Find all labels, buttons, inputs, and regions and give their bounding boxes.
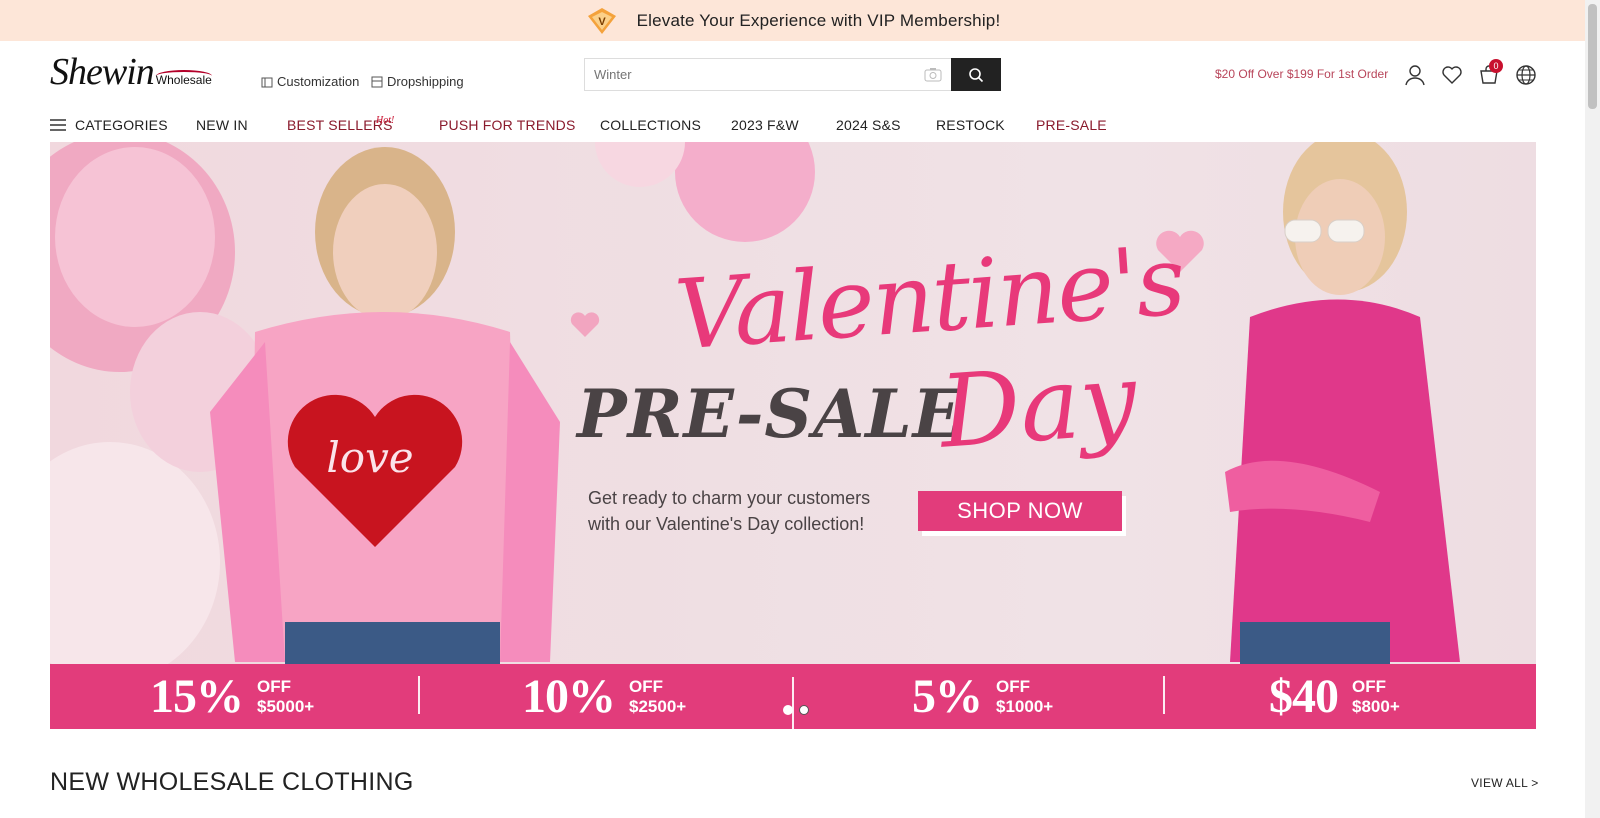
deal-off-block: OFF $800+ bbox=[1352, 677, 1400, 716]
deal-off-word: OFF bbox=[1352, 676, 1386, 696]
scrollbar-thumb[interactable] bbox=[1588, 4, 1597, 109]
search-input[interactable] bbox=[594, 67, 904, 82]
svg-text:love: love bbox=[326, 433, 413, 482]
nav-collections[interactable]: COLLECTIONS bbox=[600, 117, 701, 133]
deal-percent: 10% bbox=[522, 670, 616, 723]
deal-off-block: OFF $1000+ bbox=[996, 677, 1053, 716]
hamburger-menu-icon bbox=[50, 119, 66, 131]
dropshipping-link[interactable]: Dropshipping bbox=[371, 74, 464, 89]
vip-promo-text: Elevate Your Experience with VIP Members… bbox=[636, 10, 1001, 30]
deal-off-word: OFF bbox=[996, 676, 1030, 696]
banner-subtext: Get ready to charm your customers with o… bbox=[588, 485, 870, 537]
logo-main-text: Shewin bbox=[50, 51, 155, 93]
nav-push-for-trends[interactable]: PUSH FOR TRENDS bbox=[439, 117, 576, 133]
deal-minimum: $1000+ bbox=[996, 696, 1054, 716]
banner-script-line2: Day bbox=[936, 340, 1141, 471]
nav-2023-fw[interactable]: 2023 F&W bbox=[731, 117, 799, 133]
deal-tier-4: $40 OFF $800+ bbox=[1269, 664, 1400, 729]
deal-separator bbox=[418, 676, 420, 714]
nav-new-in[interactable]: NEW IN bbox=[196, 117, 248, 133]
banner-subtext-line1: Get ready to charm your customers bbox=[588, 488, 871, 508]
nav-categories-label: CATEGORIES bbox=[75, 117, 168, 133]
view-all-link[interactable]: VIEW ALL > bbox=[1471, 776, 1539, 790]
nav-categories[interactable]: CATEGORIES bbox=[50, 117, 168, 133]
deal-percent: $40 bbox=[1269, 670, 1339, 723]
first-order-offer[interactable]: $20 Off Over $199 For 1st Order bbox=[1215, 67, 1388, 81]
nav-2024-ss[interactable]: 2024 S&S bbox=[836, 117, 901, 133]
deal-off-word: OFF bbox=[629, 676, 663, 696]
deal-minimum: $2500+ bbox=[629, 696, 687, 716]
vip-diamond-icon: V bbox=[587, 7, 616, 34]
deal-percent: 5% bbox=[912, 670, 983, 723]
deal-off-word: OFF bbox=[257, 676, 291, 696]
new-wholesale-section-title: NEW WHOLESALE CLOTHING bbox=[50, 768, 414, 796]
nav-pre-sale[interactable]: PRE-SALE bbox=[1036, 117, 1107, 133]
deal-tier-1: 15% OFF $5000+ bbox=[150, 664, 314, 729]
banner-subtext-line2: with our Valentine's Day collection! bbox=[588, 514, 865, 534]
wishlist-heart-icon[interactable] bbox=[1441, 64, 1463, 86]
deal-minimum: $800+ bbox=[1352, 696, 1400, 716]
carousel-dot-2[interactable] bbox=[799, 705, 809, 715]
camera-search-icon[interactable] bbox=[924, 67, 942, 82]
carousel-dot-1[interactable] bbox=[783, 705, 793, 715]
discount-strip: 15% OFF $5000+ 10% OFF $2500+ 5% OFF $1000+… bbox=[50, 664, 1536, 729]
deal-off-block: OFF $2500+ bbox=[629, 677, 686, 716]
banner-main-line: PRE-SALE bbox=[577, 375, 964, 453]
hot-tag: Hot! bbox=[376, 115, 395, 126]
hero-banner[interactable]: love Valentine's PRE-SALE Day Get ready … bbox=[50, 142, 1536, 729]
deal-separator bbox=[1163, 676, 1165, 714]
cart-count-badge: 0 bbox=[1489, 59, 1503, 73]
language-globe-icon[interactable] bbox=[1515, 64, 1537, 86]
customization-link[interactable]: Customization bbox=[261, 74, 359, 89]
deal-tier-3: 5% OFF $1000+ bbox=[912, 664, 1053, 729]
account-icon[interactable] bbox=[1404, 64, 1426, 86]
search-icon bbox=[969, 67, 984, 82]
site-header: Shewin Wholesale Customization Dropshipp… bbox=[0, 41, 1585, 109]
deal-separator bbox=[792, 677, 794, 729]
customization-icon bbox=[261, 77, 273, 87]
svg-text:V: V bbox=[598, 16, 606, 28]
search-box bbox=[584, 58, 952, 91]
deal-percent: 15% bbox=[150, 670, 244, 723]
customization-label: Customization bbox=[277, 74, 360, 89]
deal-minimum: $5000+ bbox=[257, 696, 315, 716]
vip-promo-bar[interactable]: V Elevate Your Experience with VIP Membe… bbox=[0, 0, 1585, 41]
nav-restock[interactable]: RESTOCK bbox=[936, 117, 1005, 133]
site-logo[interactable]: Shewin Wholesale bbox=[50, 53, 212, 91]
dropshipping-label: Dropshipping bbox=[387, 74, 464, 89]
deal-off-block: OFF $5000+ bbox=[257, 677, 314, 716]
page-scrollbar[interactable] bbox=[1585, 0, 1600, 818]
shop-now-button[interactable]: SHOP NOW bbox=[918, 491, 1122, 531]
dropshipping-icon bbox=[371, 76, 383, 87]
search-button[interactable] bbox=[951, 58, 1001, 91]
logo-sub-text: Wholesale bbox=[155, 70, 212, 87]
deal-tier-2: 10% OFF $2500+ bbox=[522, 664, 686, 729]
